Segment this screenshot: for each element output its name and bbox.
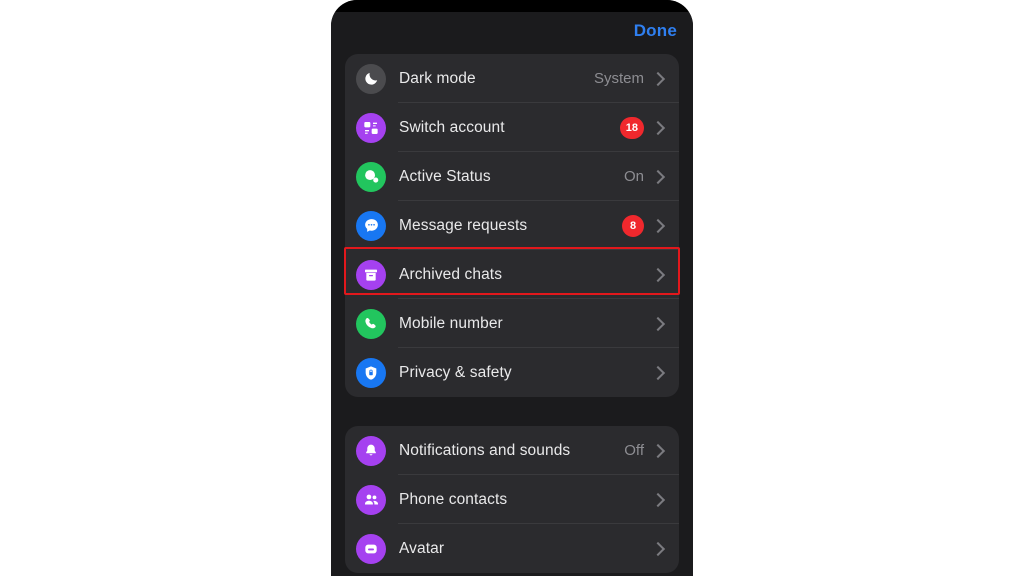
settings-row-label: Mobile number	[399, 314, 503, 332]
archive-box-icon	[356, 259, 386, 290]
settings-row-switch-account[interactable]: Switch account 18	[345, 103, 679, 152]
bell-icon	[356, 435, 386, 466]
settings-row-avatar[interactable]: Avatar	[345, 524, 679, 573]
settings-card-primary: Dark mode System Switch account 18 Active St…	[345, 54, 679, 397]
settings-row-privacy-safety[interactable]: Privacy & safety	[345, 348, 679, 397]
settings-row-label: Archived chats	[399, 265, 503, 283]
chevron-right-icon	[650, 443, 666, 458]
settings-row-value: On	[623, 168, 644, 185]
chevron-right-icon	[650, 169, 666, 184]
chevron-right-icon	[650, 218, 666, 233]
settings-row-notifications-and-sounds[interactable]: Notifications and sounds Off	[345, 426, 679, 475]
settings-row-message-requests[interactable]: Message requests 8	[345, 201, 679, 250]
message-bubble-icon	[356, 210, 386, 241]
settings-scroll-area[interactable]: Dark mode System Switch account 18 Active St…	[331, 54, 693, 576]
chevron-right-icon	[650, 316, 666, 331]
settings-row-value: System	[593, 70, 644, 87]
unread-badge: 8	[622, 214, 644, 237]
settings-row-label: Active Status	[399, 167, 491, 185]
chevron-right-icon	[650, 541, 666, 556]
chevron-right-icon	[650, 120, 666, 135]
chevron-right-icon	[650, 365, 666, 380]
avatar-sticker-icon	[356, 533, 386, 564]
settings-row-label: Phone contacts	[399, 490, 508, 508]
phone-icon	[356, 308, 386, 339]
settings-row-label: Message requests	[399, 216, 528, 234]
unread-badge: 18	[619, 116, 644, 139]
settings-card-secondary: Notifications and sounds Off Phone contact…	[345, 426, 679, 573]
chevron-right-icon	[650, 71, 666, 86]
moon-icon	[356, 63, 386, 94]
settings-row-value: Off	[624, 442, 644, 459]
settings-row-archived-chats[interactable]: Archived chats	[345, 250, 679, 299]
active-status-icon	[356, 161, 386, 192]
settings-row-label: Notifications and sounds	[399, 441, 571, 459]
settings-row-active-status[interactable]: Active Status On	[345, 152, 679, 201]
settings-row-label: Dark mode	[399, 69, 476, 87]
done-button[interactable]: Done	[634, 20, 677, 42]
settings-row-phone-contacts[interactable]: Phone contacts	[345, 475, 679, 524]
settings-row-dark-mode[interactable]: Dark mode System	[345, 54, 679, 103]
phone-screen: Done Dark mode System Switch account 18 Acti…	[331, 0, 693, 576]
chevron-right-icon	[650, 267, 666, 282]
people-icon	[356, 484, 386, 515]
chevron-right-icon	[650, 492, 666, 507]
settings-row-label: Avatar	[399, 539, 445, 557]
screenshot-canvas: Done Dark mode System Switch account 18 Acti…	[0, 0, 1024, 576]
lock-shield-icon	[356, 357, 386, 388]
switch-account-icon	[356, 112, 386, 143]
settings-row-label: Switch account	[399, 118, 505, 136]
settings-row-mobile-number[interactable]: Mobile number	[345, 299, 679, 348]
settings-row-label: Privacy & safety	[399, 363, 512, 381]
modal-header: Done	[331, 12, 693, 54]
status-bar	[331, 0, 693, 12]
